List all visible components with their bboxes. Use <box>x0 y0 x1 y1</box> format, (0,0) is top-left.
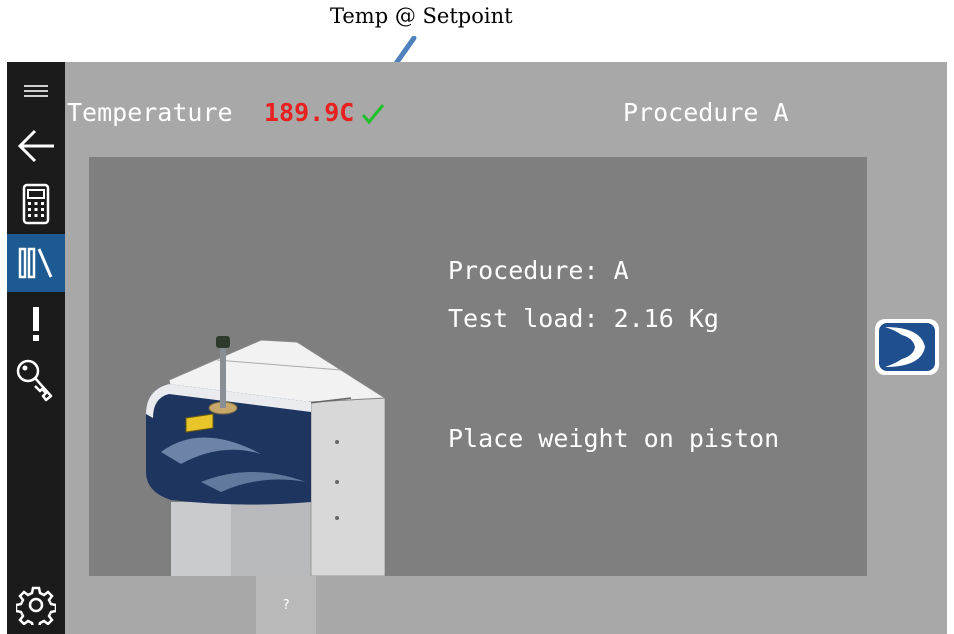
instruction-line: Place weight on piston <box>448 424 780 453</box>
next-button[interactable] <box>871 317 943 379</box>
melt-indexer-illustration <box>146 336 385 576</box>
alerts-button[interactable] <box>7 296 65 352</box>
sidebar <box>7 62 65 634</box>
menu-button[interactable] <box>7 62 65 118</box>
calculator-icon <box>22 183 50 225</box>
key-button[interactable] <box>7 352 65 408</box>
back-arrow-icon <box>17 129 54 163</box>
library-button[interactable] <box>7 234 65 292</box>
procedure-panel: Procedure: A Test load: 2.16 Kg Place we… <box>89 157 867 576</box>
settings-button[interactable] <box>7 576 65 634</box>
calculator-button[interactable] <box>7 176 65 232</box>
annotation-label: Temp @ Setpoint <box>330 4 513 28</box>
check-icon <box>361 104 385 125</box>
procedure-title: Procedure A <box>623 98 789 127</box>
hamburger-menu-icon <box>24 85 48 97</box>
library-icon <box>18 247 53 279</box>
temperature-label: Temperature <box>67 98 233 127</box>
test-load-line: Test load: 2.16 Kg <box>448 304 719 333</box>
procedure-line: Procedure: A <box>448 256 629 285</box>
main-screen: Temperature 189.9C Procedure A Procedure… <box>65 62 947 634</box>
back-button[interactable] <box>7 118 65 174</box>
alert-icon <box>33 307 39 341</box>
key-icon <box>16 359 53 402</box>
gear-icon <box>16 586 56 625</box>
temperature-value: 189.9C <box>264 98 355 127</box>
help-button[interactable]: ? <box>256 576 316 634</box>
